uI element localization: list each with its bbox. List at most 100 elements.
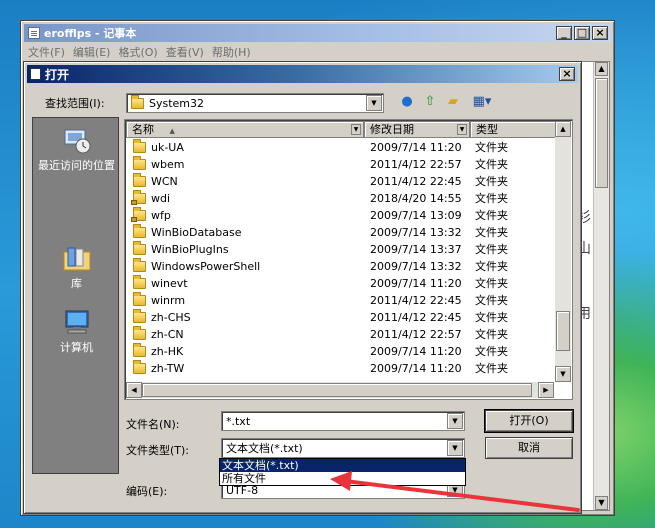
table-row[interactable]: winrm 2011/4/12 22:45 文件夹 — [127, 292, 557, 309]
filetype-select[interactable]: 文本文档(*.txt) ▼ — [221, 438, 465, 458]
file-name: zh-HK — [151, 345, 184, 358]
up-folder-icon[interactable]: ⇧ — [421, 93, 439, 111]
folder-icon — [133, 292, 146, 306]
filetype-dropdown-list: 文本文档(*.txt) 所有文件 — [219, 458, 466, 486]
close-button[interactable]: × — [592, 26, 608, 40]
chevron-down-icon[interactable]: ▼ — [366, 95, 382, 111]
table-row[interactable]: WinBioPlugIns 2009/7/14 13:37 文件夹 — [127, 241, 557, 258]
table-row[interactable]: WCN 2011/4/12 22:45 文件夹 — [127, 173, 557, 190]
table-row[interactable]: wdi 2018/4/20 14:55 文件夹 — [127, 190, 557, 207]
table-row[interactable]: WindowsPowerShell 2009/7/14 13:32 文件夹 — [127, 258, 557, 275]
scroll-down-arrow-icon[interactable]: ▼ — [555, 366, 571, 382]
scroll-down-arrow-icon[interactable]: ▼ — [595, 496, 608, 510]
table-row[interactable]: wfp 2009/7/14 13:09 文件夹 — [127, 207, 557, 224]
folder-icon — [131, 207, 146, 222]
file-type: 文件夹 — [475, 277, 508, 290]
table-row[interactable]: uk-UA 2009/7/14 11:20 文件夹 — [127, 139, 557, 156]
file-type: 文件夹 — [475, 243, 508, 256]
file-list-horizontal-scrollbar[interactable]: ◀ ▶ — [126, 382, 554, 398]
file-type: 文件夹 — [475, 328, 508, 341]
scroll-up-arrow-icon[interactable]: ▲ — [595, 62, 608, 76]
menu-edit[interactable]: 编辑(E) — [70, 44, 116, 60]
dialog-icon — [30, 68, 41, 80]
dialog-title: 打开 — [45, 67, 70, 82]
sort-asc-icon: ▲ — [169, 127, 175, 135]
file-name: wbem — [151, 158, 185, 171]
file-list[interactable]: 名称 ▲ ▼ 修改日期 ▼ 类型 uk-UA 2009/7/14 11:20 文件夹… — [124, 119, 573, 400]
table-row[interactable]: WinBioDatabase 2009/7/14 13:32 文件夹 — [127, 224, 557, 241]
file-type: 文件夹 — [475, 294, 508, 307]
file-name: zh-CN — [151, 328, 184, 341]
file-name: winrm — [151, 294, 186, 307]
table-row[interactable]: wbem 2011/4/12 22:57 文件夹 — [127, 156, 557, 173]
place-computer[interactable]: 计算机 — [33, 308, 120, 354]
table-row[interactable]: zh-CN 2011/4/12 22:57 文件夹 — [127, 326, 557, 343]
new-folder-icon[interactable]: ▰ — [444, 93, 462, 111]
file-type: 文件夹 — [475, 175, 508, 188]
file-date: 2009/7/14 13:37 — [370, 243, 462, 256]
folder-icon — [133, 309, 146, 323]
file-name-cell: wdi — [131, 190, 171, 207]
place-libraries-label: 库 — [71, 277, 82, 290]
dialog-close-button[interactable]: × — [559, 67, 575, 81]
column-header-type[interactable]: 类型 — [470, 121, 557, 138]
column-header-name[interactable]: 名称 ▲ ▼ — [126, 121, 364, 138]
notepad-icon — [28, 27, 40, 39]
place-libraries[interactable]: 库 — [33, 244, 120, 290]
back-icon[interactable]: ● — [398, 93, 416, 111]
file-date: 2009/7/14 11:20 — [370, 362, 462, 375]
menu-help[interactable]: 帮助(H) — [209, 44, 256, 60]
file-list-vertical-scrollbar[interactable]: ▲ ▼ — [555, 121, 571, 382]
folder-icon — [131, 190, 146, 205]
file-type: 文件夹 — [475, 311, 508, 324]
open-button[interactable]: 打开(O) — [484, 409, 574, 433]
menu-file[interactable]: 文件(F) — [25, 44, 70, 60]
cancel-button[interactable]: 取消 — [485, 437, 573, 459]
scroll-left-arrow-icon[interactable]: ◀ — [126, 382, 142, 398]
table-row[interactable]: winevt 2009/7/14 11:20 文件夹 — [127, 275, 557, 292]
table-row[interactable]: zh-HK 2009/7/14 11:20 文件夹 — [127, 343, 557, 360]
file-date: 2011/4/12 22:45 — [370, 175, 462, 188]
column-menu-icon[interactable]: ▼ — [351, 124, 361, 135]
filename-input[interactable]: *.txt ▼ — [221, 411, 465, 431]
chevron-down-icon[interactable]: ▼ — [447, 440, 463, 456]
file-name-cell: winevt — [133, 275, 188, 292]
column-date-label: 修改日期 — [370, 123, 414, 136]
table-row[interactable]: zh-CHS 2011/4/12 22:45 文件夹 — [127, 309, 557, 326]
file-name: wfp — [151, 209, 171, 222]
table-row[interactable]: zh-TW 2009/7/14 11:20 文件夹 — [127, 360, 557, 377]
lookin-combo[interactable]: System32 ▼ — [126, 93, 384, 113]
notepad-vertical-scrollbar[interactable]: ▲ ▼ — [593, 62, 609, 510]
scroll-thumb[interactable] — [142, 383, 532, 397]
scroll-thumb[interactable] — [556, 311, 570, 351]
folder-icon — [133, 360, 146, 374]
scroll-right-arrow-icon[interactable]: ▶ — [538, 382, 554, 398]
file-name: wdi — [151, 192, 171, 205]
filetype-option-all[interactable]: 所有文件 — [220, 472, 465, 485]
view-menu-icon[interactable]: ▦▾ — [470, 93, 494, 111]
column-header-date[interactable]: 修改日期 ▼ — [364, 121, 470, 138]
folder-icon — [133, 139, 146, 153]
lookin-label: 查找范围(I): — [45, 97, 105, 110]
filetype-option-txt[interactable]: 文本文档(*.txt) — [220, 459, 465, 472]
column-name-label: 名称 — [132, 123, 154, 136]
file-date: 2009/7/14 11:20 — [370, 141, 462, 154]
notepad-title-bar[interactable]: erofflps - 记事本 _ □ × — [24, 24, 611, 42]
file-date: 2009/7/14 13:32 — [370, 226, 462, 239]
menu-view[interactable]: 查看(V) — [163, 44, 209, 60]
folder-icon — [131, 94, 144, 109]
minimize-button[interactable]: _ — [556, 26, 572, 40]
menu-format[interactable]: 格式(O) — [115, 44, 162, 60]
column-menu-icon[interactable]: ▼ — [457, 124, 467, 135]
chevron-down-icon[interactable]: ▼ — [447, 413, 463, 429]
file-date: 2009/7/14 13:32 — [370, 260, 462, 273]
maximize-button[interactable]: □ — [574, 26, 590, 40]
scroll-thumb[interactable] — [595, 78, 608, 188]
folder-icon — [133, 258, 146, 272]
file-name: zh-TW — [151, 362, 185, 375]
dialog-title-bar[interactable]: 打开 × — [27, 65, 578, 83]
computer-icon — [62, 308, 92, 338]
place-recent[interactable]: 最近访问的位置 — [33, 126, 120, 172]
scroll-up-arrow-icon[interactable]: ▲ — [555, 121, 571, 137]
open-dialog: 打开 × 查找范围(I): System32 ▼ ● ⇧ ▰ ▦▾ 最近访问的位… — [23, 61, 582, 514]
